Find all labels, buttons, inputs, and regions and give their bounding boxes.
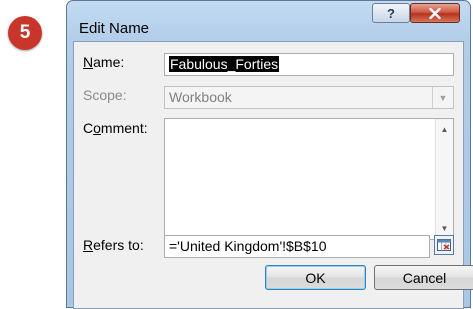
comment-textarea[interactable]: ▲ ▼ (164, 118, 454, 240)
step-number-badge: 5 (8, 16, 42, 50)
scroll-up-icon[interactable]: ▲ (436, 121, 453, 138)
title-bar: Edit Name ? (67, 1, 470, 39)
collapse-dialog-button[interactable] (434, 235, 454, 255)
refers-to-label: Refers to: (83, 237, 144, 253)
help-button[interactable]: ? (372, 3, 410, 23)
name-label: Name: (83, 54, 125, 70)
dialog-title: Edit Name (79, 20, 150, 37)
comment-scrollbar[interactable]: ▲ ▼ (435, 119, 453, 239)
ok-button[interactable]: OK (265, 265, 366, 290)
chevron-down-icon: ▼ (432, 87, 453, 108)
help-icon: ? (387, 5, 395, 21)
range-select-icon (437, 239, 451, 251)
comment-label: Comment: (83, 120, 148, 136)
scope-value: Workbook (169, 89, 232, 105)
scope-label: Scope: (83, 87, 127, 103)
name-input[interactable]: Fabulous_Forties (164, 53, 454, 76)
refers-to-value: ='United Kingdom'!$B$10 (169, 238, 327, 254)
edit-name-dialog: Edit Name ? Name: Fabulous_Forties Scope… (66, 0, 473, 309)
cancel-button[interactable]: Cancel (374, 265, 473, 290)
scope-dropdown: Workbook ▼ (164, 86, 454, 109)
close-icon (429, 7, 441, 19)
dialog-body: Name: Fabulous_Forties Scope: Workbook ▼… (73, 41, 473, 309)
close-button[interactable] (410, 3, 460, 23)
refers-to-input[interactable]: ='United Kingdom'!$B$10 (164, 235, 430, 258)
name-value: Fabulous_Forties (169, 56, 280, 72)
